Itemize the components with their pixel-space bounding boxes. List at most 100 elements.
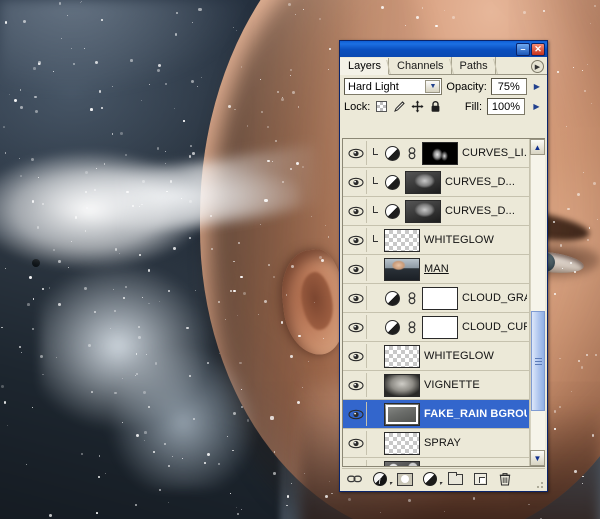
layer-list-container: CURVES_LI... CURVES_D... CURVES_D... WHITEG… (342, 138, 545, 467)
mask-link-icon[interactable] (407, 320, 416, 335)
layer-visibility-toggle[interactable] (345, 257, 367, 281)
layer-visibility-toggle[interactable] (345, 431, 367, 455)
layer-visibility-toggle[interactable] (345, 373, 367, 397)
layer-visibility-toggle[interactable] (345, 170, 367, 194)
layer-visibility-toggle[interactable] (345, 199, 367, 223)
opacity-value: 75% (497, 80, 520, 93)
layer-thumbnail[interactable] (384, 431, 420, 455)
layer-name[interactable]: CURVES_LI... (462, 147, 527, 159)
scroll-down-icon[interactable]: ▼ (530, 450, 545, 466)
adjustment-layer-icon[interactable] (385, 203, 400, 219)
layer-thumbnail[interactable] (405, 170, 441, 194)
tab-paths[interactable]: Paths (452, 57, 496, 74)
new-group-icon[interactable] (447, 471, 463, 487)
layer-thumbnail[interactable] (384, 228, 420, 252)
adjustment-layer-icon[interactable] (385, 145, 400, 161)
opacity-input[interactable]: 75% (490, 78, 527, 95)
layer-thumbnail[interactable] (384, 373, 420, 397)
layer-name[interactable]: VIGNETTE (424, 379, 480, 391)
add-layer-mask-icon[interactable] (397, 471, 413, 487)
layer-thumbnail[interactable] (422, 141, 458, 165)
lock-transparency-icon[interactable] (375, 100, 388, 113)
fill-value: 100% (491, 100, 521, 113)
layer-name[interactable]: CLOUD_CURVES (462, 321, 527, 333)
layer-style-fx-icon[interactable]: f ▾ (372, 471, 392, 487)
tab-channels-label: Channels (397, 59, 444, 72)
resize-grip[interactable] (536, 480, 545, 489)
layer-row[interactable]: WHITEGLOW (343, 226, 529, 255)
layer-row[interactable]: CLOUD_CURVES (343, 313, 529, 342)
layer-row[interactable]: VIGNETTE (343, 371, 529, 400)
lock-label: Lock: (344, 100, 371, 113)
layer-name[interactable]: CURVES_D... (445, 205, 515, 217)
layer-name[interactable]: WHITEGLOW (424, 234, 494, 246)
layer-visibility-toggle[interactable] (345, 344, 367, 368)
clipping-mask-icon (367, 206, 382, 216)
layer-name[interactable]: FAKE_RAIN BGROUND (424, 408, 527, 420)
layer-row[interactable]: CURVES_LI... (343, 139, 529, 168)
scrollbar-thumb[interactable] (531, 311, 545, 411)
layer-row[interactable]: CLOUD (343, 458, 529, 466)
layer-row[interactable]: CLOUD_GRADI... (343, 284, 529, 313)
palette-menu-icon[interactable]: ▶ (531, 60, 544, 73)
layer-thumbnail[interactable] (384, 344, 420, 368)
layer-visibility-toggle[interactable] (345, 460, 367, 466)
fx-glyph: f (373, 472, 387, 486)
blend-mode-select[interactable]: Hard Light ▼ (344, 78, 443, 95)
layer-row[interactable]: MAN (343, 255, 529, 284)
fill-slider-arrow-icon[interactable]: ▶ (530, 98, 543, 115)
lock-row: Lock: Fill: 100% ▶ (340, 96, 547, 117)
adjustment-layer-icon[interactable] (385, 290, 400, 306)
layer-visibility-toggle[interactable] (345, 286, 367, 310)
layer-thumbnail[interactable] (384, 257, 420, 281)
layer-name[interactable]: SPRAY (424, 437, 461, 449)
scrollbar-track[interactable] (530, 155, 545, 450)
opacity-slider-arrow-icon[interactable]: ▶ (531, 78, 543, 95)
layer-row[interactable]: CURVES_D... (343, 168, 529, 197)
blend-mode-value: Hard Light (348, 80, 399, 93)
layer-row[interactable]: CURVES_D... (343, 197, 529, 226)
scroll-up-icon[interactable]: ▲ (530, 139, 545, 155)
layer-row[interactable]: FAKE_RAIN BGROUND (343, 400, 529, 429)
tab-layers[interactable]: Layers (340, 58, 390, 75)
layer-list-scrollbar[interactable]: ▲ ▼ (529, 139, 545, 466)
layer-visibility-toggle[interactable] (345, 141, 367, 165)
layer-name[interactable]: MAN (424, 263, 449, 275)
clipping-mask-icon (367, 148, 382, 158)
lock-padlock-icon[interactable] (429, 100, 442, 113)
adjustment-layer-icon[interactable] (385, 319, 400, 335)
layer-thumbnail[interactable] (422, 315, 458, 339)
layer-thumbnail[interactable] (384, 402, 420, 426)
delete-layer-icon[interactable] (497, 471, 513, 487)
tab-layers-label: Layers (348, 60, 382, 72)
lock-paintbrush-icon[interactable] (393, 100, 406, 113)
link-layers-icon[interactable] (347, 471, 363, 487)
chevron-down-icon[interactable]: ▼ (425, 80, 441, 93)
tab-paths-label: Paths (459, 59, 488, 72)
blend-opacity-row: Hard Light ▼ Opacity: 75% ▶ (340, 75, 547, 96)
fill-label: Fill: (464, 100, 482, 113)
layer-visibility-toggle[interactable] (345, 228, 367, 252)
layer-name[interactable]: CLOUD_GRADI... (462, 292, 527, 304)
layer-thumbnail[interactable] (384, 460, 420, 466)
new-layer-icon[interactable] (472, 471, 488, 487)
layer-thumbnail[interactable] (422, 286, 458, 310)
lock-move-icon[interactable] (411, 100, 424, 113)
layer-thumbnail[interactable] (405, 199, 441, 223)
layer-row[interactable]: SPRAY (343, 429, 529, 458)
layer-visibility-toggle[interactable] (345, 402, 367, 426)
fill-input[interactable]: 100% (487, 98, 525, 115)
tab-channels[interactable]: Channels (389, 57, 452, 74)
mask-link-icon[interactable] (407, 146, 416, 161)
layer-visibility-toggle[interactable] (345, 315, 367, 339)
minimize-icon[interactable]: – (516, 42, 530, 56)
new-adjustment-layer-icon[interactable]: ▾ (422, 471, 442, 487)
layer-name[interactable]: WHITEGLOW (424, 350, 494, 362)
close-icon[interactable]: ✕ (531, 42, 545, 56)
adjustment-layer-icon[interactable] (385, 174, 400, 190)
layer-list[interactable]: CURVES_LI... CURVES_D... CURVES_D... WHITEG… (343, 139, 529, 466)
mask-link-icon[interactable] (407, 291, 416, 306)
palette-titlebar[interactable]: – ✕ (340, 41, 547, 57)
layer-name[interactable]: CURVES_D... (445, 176, 515, 188)
layer-row[interactable]: WHITEGLOW (343, 342, 529, 371)
